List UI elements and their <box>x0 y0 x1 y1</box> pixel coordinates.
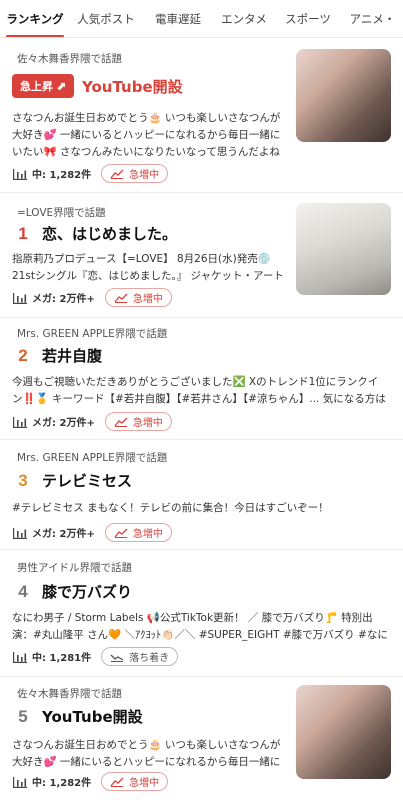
trend-item-4[interactable]: 男性アイドル界隈で話題 4 膝で万バズり なにわ男子 / Storm Label… <box>0 550 403 677</box>
bar-chart-icon <box>13 651 27 663</box>
trend-item-2[interactable]: Mrs. GREEN APPLE界隈で話題 2 若井自腹 今週もご視聴いただきあ… <box>0 318 403 440</box>
tab-train-delay[interactable]: 電車遅延 <box>142 0 214 37</box>
rank-number: 4 <box>18 581 28 601</box>
trend-title-row: 4 膝で万バズり <box>12 581 132 602</box>
trend-title: 膝で万バズり <box>42 583 133 601</box>
trend-item-surge[interactable]: 佐々木舞香界隈で話題 急上昇 ⬈ YouTube開設 さなつんお誕生日おめでとう🎂… <box>0 38 403 193</box>
trend-thumbnail <box>296 49 391 142</box>
trend-title: 若井自腹 <box>42 347 103 365</box>
trend-source: =LOVE界隈で話題 <box>17 207 106 219</box>
trend-title: YouTube開設 <box>42 708 143 726</box>
trend-up-icon <box>110 169 124 179</box>
trend-up-icon <box>110 777 124 787</box>
status-pill: 急増中 <box>104 412 172 431</box>
rank-number: 3 <box>18 470 28 490</box>
trend-thumbnail <box>296 203 391 295</box>
trend-up-icon <box>114 528 128 538</box>
trend-title-row: 2 若井自腹 <box>12 345 102 366</box>
tab-ranking[interactable]: ランキング <box>0 0 70 37</box>
status-pill: 落ち着き <box>101 647 179 666</box>
bar-chart-icon <box>13 527 27 539</box>
trend-source: Mrs. GREEN APPLE界隈で話題 <box>17 452 168 464</box>
trend-title-row: 5 YouTube開設 <box>12 706 143 727</box>
trend-thumbnail <box>296 685 391 779</box>
post-count: 中: 1,281件 <box>32 653 92 664</box>
status-pill: 急増中 <box>104 523 172 542</box>
bar-chart-icon <box>13 168 27 180</box>
bar-chart-icon <box>13 416 27 428</box>
trend-title-row: 3 テレビミセス <box>12 470 132 491</box>
tab-anime[interactable]: アニメ・ <box>342 0 403 37</box>
status-pill: 急増中 <box>101 772 169 791</box>
trend-description: さなつんお誕生日おめでとう🎂 いつも楽しいさなつんが大好き💕 一緒にいるとハッピ… <box>12 112 281 158</box>
status-pill: 急増中 <box>104 288 172 307</box>
rank-number: 2 <box>18 345 28 365</box>
trend-description: 指原莉乃プロデュース【=LOVE】 8月26日(水)発売💿 21stシングル『恋… <box>12 253 284 282</box>
trend-description: さなつんお誕生日おめでとう🎂 いつも楽しいさなつんが大好き💕 一緒にいるとハッピ… <box>12 739 281 768</box>
tab-popular-posts[interactable]: 人気ポスト <box>70 0 142 37</box>
trend-up-icon <box>114 293 128 303</box>
post-count: メガ: 2万件+ <box>32 294 95 305</box>
trend-meta: メガ: 2万件+ 急増中 <box>12 412 172 431</box>
post-count: メガ: 2万件+ <box>32 418 95 429</box>
trend-flat-icon <box>110 654 124 662</box>
trend-description: #テレビミセス まもなく！テレビの前に集合！今日はすごいぞー！ <box>12 502 329 514</box>
trend-title: テレビミセス <box>42 472 133 490</box>
bar-chart-icon <box>13 776 27 788</box>
trend-item-5[interactable]: 佐々木舞香界隈で話題 5 YouTube開設 さなつんお誕生日おめでとう🎂 いつ… <box>0 677 403 800</box>
rank-number: 5 <box>18 706 28 726</box>
trend-meta: 中: 1,282件 急増中 <box>12 772 169 791</box>
bar-chart-icon <box>13 292 27 304</box>
arrow-up-icon: ⬈ <box>55 79 67 93</box>
trend-meta: 中: 1,282件 急増中 <box>12 164 169 183</box>
trend-item-3[interactable]: Mrs. GREEN APPLE界隈で話題 3 テレビミセス #テレビミセス ま… <box>0 440 403 550</box>
trend-source: 佐々木舞香界隈で話題 <box>17 688 122 700</box>
trend-up-icon <box>114 417 128 427</box>
tab-sports[interactable]: スポーツ <box>274 0 342 37</box>
post-count: 中: 1,282件 <box>32 778 92 789</box>
trend-title-row: 1 恋、はじめました。 <box>12 223 177 244</box>
trend-meta: 中: 1,281件 落ち着き <box>12 647 179 666</box>
trend-title-row: 急上昇 ⬈ YouTube開設 <box>12 74 183 98</box>
rank-number: 1 <box>18 223 28 243</box>
post-count: 中: 1,282件 <box>32 170 92 181</box>
surge-badge: 急上昇 ⬈ <box>12 74 74 98</box>
trend-description: なにわ男子 / Storm Labels 📢公式TikTok更新！ ／ 膝で万バ… <box>12 612 388 641</box>
status-pill: 急増中 <box>101 164 169 183</box>
trend-source: 佐々木舞香界隈で話題 <box>17 53 122 65</box>
trend-source: Mrs. GREEN APPLE界隈で話題 <box>17 328 168 340</box>
trend-meta: メガ: 2万件+ 急増中 <box>12 523 172 542</box>
post-count: メガ: 2万件+ <box>32 529 95 540</box>
category-tabs: ランキング 人気ポスト 電車遅延 エンタメ スポーツ アニメ・ <box>0 0 403 38</box>
trend-source: 男性アイドル界隈で話題 <box>17 562 132 574</box>
trend-title: YouTube開設 <box>82 77 183 96</box>
tab-entertainment[interactable]: エンタメ <box>214 0 274 37</box>
trend-item-1[interactable]: =LOVE界隈で話題 1 恋、はじめました。 指原莉乃プロデュース【=LOVE】… <box>0 193 403 318</box>
trend-description: 今週もご視聴いただきありがとうございました❎ Xのトレンド1位にランクイン‼️🥇… <box>12 376 386 405</box>
trend-meta: メガ: 2万件+ 急増中 <box>12 288 172 307</box>
trend-title: 恋、はじめました。 <box>42 225 178 243</box>
